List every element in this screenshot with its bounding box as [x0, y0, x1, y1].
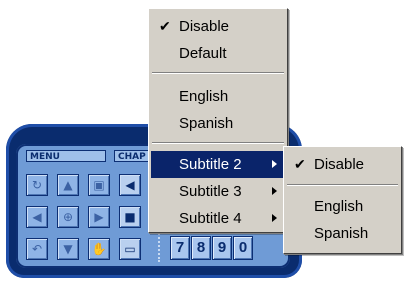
submenu-item-label: Spanish [314, 225, 369, 242]
checkmark-icon: ✔ [159, 18, 171, 34]
number-key-9[interactable]: 9 [212, 236, 232, 260]
menu-item-english[interactable]: English [151, 83, 285, 110]
menu-item-spanish[interactable]: Spanish [151, 110, 285, 137]
menu-item-subtitle-4[interactable]: Subtitle 4 [151, 205, 285, 232]
menu-separator [287, 184, 398, 186]
subtitle-context-menu: ✔ Disable Default English Spanish Subtit… [148, 8, 288, 233]
down-arrow-icon[interactable]: ▼ [57, 238, 79, 260]
submenu-item-label: English [314, 198, 364, 215]
right-arrow-icon[interactable]: ▶ [88, 206, 110, 228]
chapter-label[interactable]: CHAP [114, 150, 150, 162]
return-icon[interactable]: ↶ [26, 238, 48, 260]
chevron-right-icon [272, 187, 277, 195]
menu-label[interactable]: MENU [26, 150, 106, 162]
number-key-8[interactable]: 8 [191, 236, 211, 260]
submenu-item-english[interactable]: English [286, 193, 399, 220]
checkmark-icon: ✔ [294, 156, 306, 172]
menu-item-label: Default [179, 45, 227, 62]
menu-item-disable[interactable]: ✔ Disable [151, 13, 285, 40]
menu-item-label: Subtitle 3 [179, 183, 242, 200]
number-key-7[interactable]: 7 [170, 236, 190, 260]
submenu-item-label: Disable [314, 156, 365, 173]
up-arrow-icon[interactable]: ▲ [57, 174, 79, 196]
submenu-item-disable[interactable]: ✔ Disable [286, 151, 399, 178]
menu-item-default[interactable]: Default [151, 40, 285, 67]
menu-item-subtitle-2[interactable]: Subtitle 2 [151, 151, 285, 178]
menu-separator [152, 72, 284, 74]
subtitle-2-submenu: ✔ Disable English Spanish [283, 146, 402, 254]
menu-item-label: Disable [179, 18, 230, 35]
hand-icon[interactable]: ✋ [88, 238, 110, 260]
menu-item-label: Spanish [179, 115, 234, 132]
swirl-icon[interactable]: ↻ [26, 174, 48, 196]
menu-item-subtitle-3[interactable]: Subtitle 3 [151, 178, 285, 205]
chevron-right-icon [272, 160, 277, 168]
menu-item-label: English [179, 88, 229, 105]
left-arrow-icon[interactable]: ◀ [26, 206, 48, 228]
enter-crosshair-icon[interactable]: ⊕ [57, 206, 79, 228]
number-key-0[interactable]: 0 [233, 236, 253, 260]
camera-icon[interactable]: ■ [119, 206, 141, 228]
menu-item-label: Subtitle 2 [179, 156, 242, 173]
chevron-right-icon [272, 214, 277, 222]
menu-separator [152, 142, 284, 144]
submenu-item-spanish[interactable]: Spanish [286, 220, 399, 247]
speaker-icon[interactable]: ◀ [119, 174, 141, 196]
camera-angle-icon[interactable]: ▣ [88, 174, 110, 196]
subtitle-screen-icon[interactable]: ▭ [119, 238, 141, 260]
menu-item-label: Subtitle 4 [179, 210, 242, 227]
